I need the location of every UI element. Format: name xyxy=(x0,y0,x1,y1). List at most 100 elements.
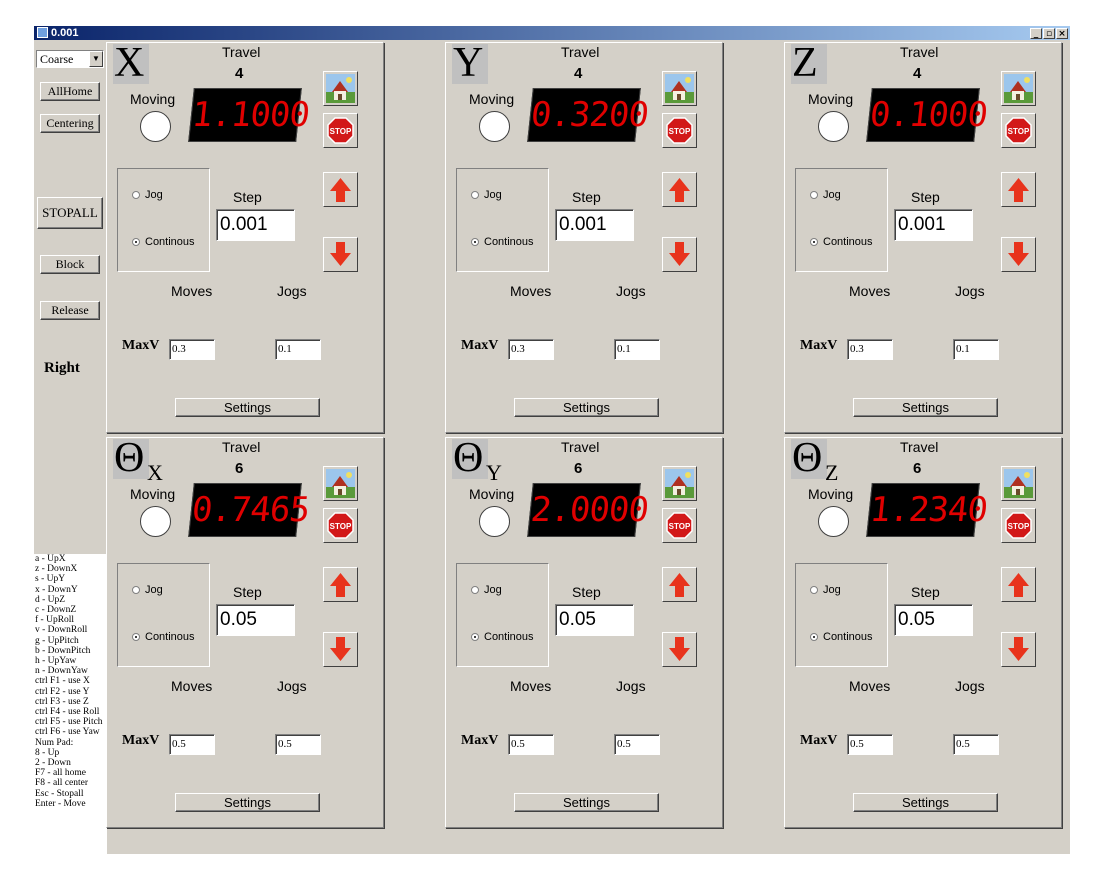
close-button[interactable]: × xyxy=(1056,28,1068,39)
continous-radio-dot[interactable] xyxy=(132,238,140,247)
move-down-button[interactable] xyxy=(323,632,358,667)
step-label: Step xyxy=(572,189,601,205)
maxv-input[interactable]: 0.5 xyxy=(169,734,215,755)
continous-radio-dot[interactable] xyxy=(810,633,818,642)
moving-indicator xyxy=(140,506,171,537)
moves-label: Moves xyxy=(510,283,552,299)
jog-radio-dot[interactable] xyxy=(132,586,140,595)
move-up-button[interactable] xyxy=(662,567,697,602)
maxv-input[interactable]: 0.5 xyxy=(508,734,554,755)
continous-radio[interactable]: Continous xyxy=(810,236,873,248)
moving-indicator xyxy=(818,506,849,537)
stop-button[interactable]: STOP xyxy=(1001,508,1036,543)
jogs-input[interactable]: 0.1 xyxy=(953,339,999,360)
jogs-input[interactable]: 0.5 xyxy=(953,734,999,755)
stopall-button[interactable]: STOPALL xyxy=(37,197,103,229)
stop-button[interactable]: STOP xyxy=(662,113,697,148)
jogs-label: Jogs xyxy=(616,283,646,299)
move-up-button[interactable] xyxy=(662,172,697,207)
continous-radio-label: Continous xyxy=(823,631,873,643)
move-up-button[interactable] xyxy=(323,567,358,602)
jog-radio-dot[interactable] xyxy=(132,191,140,200)
continous-radio-dot[interactable] xyxy=(471,238,479,247)
continous-radio-dot[interactable] xyxy=(132,633,140,642)
continous-radio[interactable]: Continous xyxy=(471,236,534,248)
window-title: 0.001 xyxy=(51,27,79,39)
jog-radio[interactable]: Jog xyxy=(132,584,163,596)
jogs-input[interactable]: 0.5 xyxy=(275,734,321,755)
jog-radio-dot[interactable] xyxy=(471,586,479,595)
step-input[interactable]: 0.001 xyxy=(216,209,295,241)
maxv-input[interactable]: 0.3 xyxy=(508,339,554,360)
move-down-button[interactable] xyxy=(323,237,358,272)
stop-button[interactable]: STOP xyxy=(323,508,358,543)
home-button[interactable] xyxy=(662,466,697,501)
jog-radio-dot[interactable] xyxy=(471,191,479,200)
chevron-down-icon[interactable]: ▼ xyxy=(89,51,103,67)
continous-radio[interactable]: Continous xyxy=(132,236,195,248)
settings-button[interactable]: Settings xyxy=(514,793,659,812)
mode-select[interactable]: Coarse ▼ xyxy=(36,50,104,68)
settings-button[interactable]: Settings xyxy=(175,793,320,812)
stop-button[interactable]: STOP xyxy=(1001,113,1036,148)
home-button[interactable] xyxy=(662,71,697,106)
stop-button[interactable]: STOP xyxy=(323,113,358,148)
settings-button[interactable]: Settings xyxy=(175,398,320,417)
home-button[interactable] xyxy=(1001,466,1036,501)
home-button[interactable] xyxy=(323,71,358,106)
minimize-button[interactable]: _ xyxy=(1030,28,1042,39)
jog-radio[interactable]: Jog xyxy=(810,584,841,596)
jogs-input[interactable]: 0.1 xyxy=(275,339,321,360)
settings-button[interactable]: Settings xyxy=(853,398,998,417)
centering-button[interactable]: Centering xyxy=(40,114,100,133)
step-input[interactable]: 0.05 xyxy=(894,604,973,636)
stop-button[interactable]: STOP xyxy=(662,508,697,543)
move-up-button[interactable] xyxy=(1001,172,1036,207)
continous-radio[interactable]: Continous xyxy=(471,631,534,643)
settings-button[interactable]: Settings xyxy=(514,398,659,417)
maxv-input[interactable]: 0.3 xyxy=(847,339,893,360)
title-bar[interactable]: 0.001 _ ▫ × xyxy=(34,26,1070,40)
jog-radio-dot[interactable] xyxy=(810,191,818,200)
travel-label: Travel xyxy=(222,44,261,60)
svg-text:STOP: STOP xyxy=(1008,127,1030,136)
help-line: ctrl F2 - use Y xyxy=(35,686,90,697)
continous-radio-label: Continous xyxy=(145,631,195,643)
maximize-button[interactable]: ▫ xyxy=(1043,28,1055,39)
position-display: 0.7465 xyxy=(188,483,311,537)
position-display: 0.3200 xyxy=(527,88,650,142)
release-button[interactable]: Release xyxy=(40,301,100,320)
jog-radio[interactable]: Jog xyxy=(471,189,502,201)
step-input[interactable]: 0.001 xyxy=(894,209,973,241)
jog-radio[interactable]: Jog xyxy=(132,189,163,201)
move-down-button[interactable] xyxy=(1001,632,1036,667)
home-button[interactable] xyxy=(1001,71,1036,106)
continous-radio[interactable]: Continous xyxy=(810,631,873,643)
move-up-button[interactable] xyxy=(1001,567,1036,602)
maxv-input[interactable]: 0.5 xyxy=(847,734,893,755)
stop-icon: STOP xyxy=(327,512,354,539)
jogs-input[interactable]: 0.5 xyxy=(614,734,660,755)
continous-radio-dot[interactable] xyxy=(810,238,818,247)
maxv-input[interactable]: 0.3 xyxy=(169,339,215,360)
step-input[interactable]: 0.05 xyxy=(216,604,295,636)
move-up-button[interactable] xyxy=(323,172,358,207)
move-down-button[interactable] xyxy=(1001,237,1036,272)
mode-group: Jog Continous xyxy=(795,563,888,667)
step-input[interactable]: 0.05 xyxy=(555,604,634,636)
settings-button[interactable]: Settings xyxy=(853,793,998,812)
home-button[interactable] xyxy=(323,466,358,501)
jog-radio[interactable]: Jog xyxy=(810,189,841,201)
arrow-up-icon xyxy=(669,573,690,597)
continous-radio-dot[interactable] xyxy=(471,633,479,642)
step-input[interactable]: 0.001 xyxy=(555,209,634,241)
continous-radio[interactable]: Continous xyxy=(132,631,195,643)
move-down-button[interactable] xyxy=(662,632,697,667)
jog-radio-dot[interactable] xyxy=(810,586,818,595)
allhome-button[interactable]: AllHome xyxy=(40,82,100,101)
move-down-button[interactable] xyxy=(662,237,697,272)
block-button[interactable]: Block xyxy=(40,255,100,274)
jogs-input[interactable]: 0.1 xyxy=(614,339,660,360)
jog-radio[interactable]: Jog xyxy=(471,584,502,596)
arrow-down-icon xyxy=(330,242,351,266)
